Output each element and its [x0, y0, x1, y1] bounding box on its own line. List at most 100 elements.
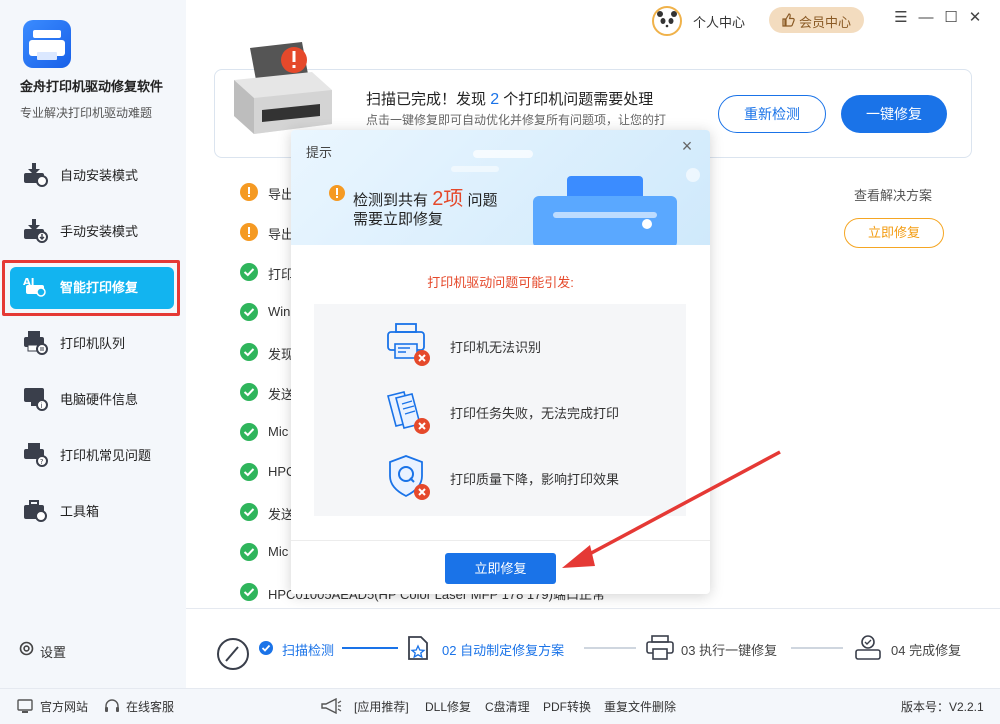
step-connector — [342, 647, 398, 649]
version-label: 版本号：V2.2.1 — [901, 700, 984, 714]
minimize-icon[interactable]: — — [918, 10, 934, 26]
print-task-failed-icon — [387, 391, 430, 434]
website-icon — [17, 699, 33, 713]
check-icon — [240, 343, 258, 361]
gear-icon — [19, 641, 34, 656]
menu-icon[interactable]: ☰ — [893, 10, 909, 26]
printer-queue-icon — [24, 331, 48, 355]
step-done-icon — [259, 641, 273, 655]
check-icon — [240, 303, 258, 321]
dialog-title: 提示 — [306, 145, 333, 160]
vip-center-button[interactable]: 会员中心 — [769, 7, 864, 33]
step-4-label: 04 完成修复 — [891, 643, 962, 658]
sidebar-item-toolbox[interactable]: 工具箱 — [0, 482, 186, 538]
hardware-info-icon: i — [24, 388, 48, 411]
settings-button[interactable]: 设置 — [18, 640, 66, 660]
scan-description: 点击一键修复即可自动优化并修复所有问题项，让您的打 — [366, 113, 667, 127]
issues-box: 打印机无法识别 打印任务失败，无法完成打印 打印质量下降，影响打印效果 — [314, 304, 686, 516]
fix-now-row-button[interactable]: 立即修复 — [844, 218, 944, 248]
panda-avatar-icon — [657, 11, 677, 32]
check-icon — [240, 543, 258, 561]
result-text: Mic — [268, 544, 289, 559]
step-3-label: 03 执行一键修复 — [681, 643, 778, 658]
scan-issue-count: 2 — [490, 91, 500, 108]
detect-summary: 检测到共有 2项 问题 — [353, 182, 498, 211]
app-name: 金舟打印机驱动修复软件 — [20, 79, 164, 94]
megaphone-icon — [321, 698, 342, 714]
check-icon — [240, 503, 258, 521]
detect-prefix: 检测到共有 — [353, 192, 429, 209]
personal-center-link[interactable]: 个人中心 — [693, 12, 745, 31]
prompt-dialog: 提示 × 检测到共有 2项 问题 需要立即修复 打印机驱动问题可能引发: 打印机… — [291, 130, 710, 594]
warning-icon — [240, 223, 258, 241]
sidebar-item-printer-queue[interactable]: 打印机队列 — [0, 314, 186, 370]
one-click-fix-button[interactable]: 一键修复 — [841, 95, 947, 133]
result-text: Win — [268, 304, 291, 319]
rescan-button[interactable]: 重新检测 — [718, 95, 826, 133]
scan-title-prefix: 扫描已完成！发现 — [366, 91, 487, 108]
settings-label: 设置 — [40, 645, 67, 660]
footer: 官方网站 在线客服 [应用推荐] DLL修复 C盘清理 PDF转换 重复文件删除… — [0, 688, 1000, 724]
headset-icon — [105, 699, 119, 712]
view-solution-link[interactable]: 查看解决方案 — [854, 185, 932, 204]
sidebar-item-label: 电脑硬件信息 — [60, 392, 139, 407]
app-logo-icon — [23, 20, 71, 68]
sidebar-item-label: 自动安装模式 — [60, 168, 139, 183]
printer-illustration — [234, 42, 332, 134]
pdf-convert-link[interactable]: PDF转换 — [543, 698, 591, 715]
sidebar-item-hardware-info[interactable]: i 电脑硬件信息 — [0, 370, 186, 426]
step-connector — [584, 647, 636, 649]
online-service-link[interactable]: 在线客服 — [126, 698, 174, 715]
dialog-subtitle: 打印机驱动问题可能引发: — [427, 275, 574, 290]
c-drive-clean-link[interactable]: C盘清理 — [485, 698, 530, 715]
scan-title: 扫描已完成！发现 2 个打印机问题需要处理 — [366, 88, 653, 109]
avatar[interactable] — [652, 6, 682, 36]
app-subtitle: 专业解决打印机驱动难题 — [20, 106, 153, 120]
sidebar-item-label: 工具箱 — [60, 504, 100, 519]
dialog-fix-now-button[interactable]: 立即修复 — [445, 553, 556, 584]
sidebar-item-label: 智能打印修复 — [60, 280, 139, 295]
dialog-header: 提示 × 检测到共有 2项 问题 需要立即修复 — [291, 130, 710, 245]
thumb-up-icon — [782, 13, 795, 27]
svg-text:i: i — [41, 402, 43, 410]
result-text: Mic — [268, 424, 289, 439]
ai-repair-icon: AI — [23, 277, 46, 297]
faq-icon: ? — [24, 443, 48, 467]
issue-label: 打印机无法识别 — [450, 340, 542, 355]
detect-line-2: 需要立即修复 — [353, 211, 444, 228]
detect-count: 2项 — [432, 188, 464, 210]
warning-icon — [240, 183, 258, 201]
official-site-link[interactable]: 官方网站 — [40, 698, 88, 715]
complete-fix-icon — [855, 635, 881, 660]
duplicate-delete-link[interactable]: 重复文件删除 — [604, 698, 676, 715]
progress-steps: 扫描检测 02 自动制定修复方案 03 执行一键修复 04 完成修复 — [186, 608, 1000, 688]
step-1-label: 扫描检测 — [282, 643, 335, 658]
dll-repair-link[interactable]: DLL修复 — [425, 698, 471, 715]
check-icon — [240, 463, 258, 481]
manual-install-icon — [24, 219, 48, 243]
sidebar-item-faq[interactable]: ? 打印机常见问题 — [0, 426, 186, 482]
check-icon — [240, 263, 258, 281]
check-icon — [240, 383, 258, 401]
close-icon[interactable]: ✕ — [967, 10, 983, 26]
step-connector — [791, 647, 843, 649]
svg-text:?: ? — [40, 458, 44, 466]
step-2-label: 02 自动制定修复方案 — [442, 643, 565, 658]
sidebar-item-label: 手动安装模式 — [60, 224, 139, 239]
toolbox-icon — [24, 500, 47, 522]
scan-title-suffix: 个打印机问题需要处理 — [503, 91, 654, 108]
sidebar-item-label: 打印机常见问题 — [60, 448, 152, 463]
dialog-divider — [291, 540, 710, 541]
issue-label: 打印质量下降，影响打印效果 — [450, 472, 620, 487]
dialog-close-icon[interactable]: × — [679, 137, 695, 155]
print-quality-icon — [389, 455, 430, 500]
plan-doc-icon — [408, 636, 428, 660]
sidebar-item-manual-install[interactable]: 手动安装模式 — [0, 202, 186, 258]
sidebar-item-smart-repair[interactable]: AI 智能打印修复 — [0, 258, 186, 316]
sidebar-item-auto-install[interactable]: 自动安装模式 — [0, 146, 186, 202]
detect-suffix: 问题 — [467, 192, 498, 209]
maximize-icon[interactable]: ☐ — [943, 10, 959, 26]
check-icon — [240, 423, 258, 441]
execute-fix-icon — [646, 635, 674, 660]
auto-install-icon — [24, 163, 48, 187]
